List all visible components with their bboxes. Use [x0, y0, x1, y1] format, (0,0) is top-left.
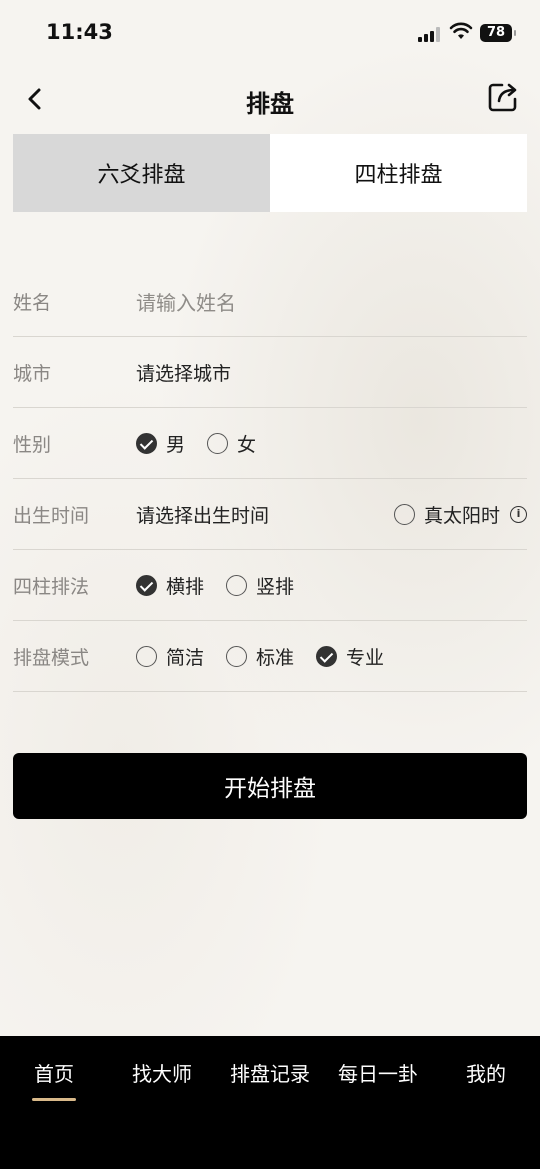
- start-chart-button[interactable]: 开始排盘: [13, 753, 527, 819]
- mode-label: 排盘模式: [13, 646, 90, 669]
- status-time: 11:43: [46, 20, 113, 44]
- mode-row: 排盘模式 简洁 标准 专业: [13, 621, 527, 692]
- page-title: 排盘: [246, 90, 294, 118]
- radio-icon: [226, 645, 248, 667]
- pillar-layout-label: 四柱排法: [13, 575, 90, 598]
- tab-sizhu[interactable]: 四柱排盘: [270, 134, 527, 212]
- option-label: 标准: [256, 646, 295, 669]
- share-icon[interactable]: [486, 80, 520, 114]
- pillar-layout-row: 四柱排法 横排 竖排: [13, 550, 527, 621]
- birth-label: 出生时间: [13, 504, 90, 527]
- radio-icon: [207, 432, 229, 454]
- gender-label: 性别: [13, 433, 52, 456]
- option-label: 简洁: [166, 646, 205, 669]
- gender-option-female[interactable]: 女: [207, 430, 256, 457]
- nav-bar: 排盘: [0, 66, 540, 134]
- radio-icon: [393, 503, 415, 525]
- gender-option-male[interactable]: 男: [136, 430, 185, 457]
- layout-option-horizontal[interactable]: 横排: [136, 572, 204, 599]
- cellular-signal-icon: [418, 26, 442, 42]
- wifi-icon: [449, 22, 473, 39]
- true-solar-option[interactable]: 真太阳时 i: [393, 501, 527, 528]
- radio-icon: [226, 574, 248, 596]
- birth-row: 出生时间 请选择出生时间 真太阳时 i: [13, 479, 527, 550]
- option-label: 女: [237, 433, 257, 456]
- layout-option-vertical[interactable]: 竖排: [226, 572, 294, 599]
- status-bar: 11:43 78: [0, 0, 540, 66]
- city-select[interactable]: 请选择城市: [136, 359, 231, 386]
- bottom-nav-find-master[interactable]: 找大师: [132, 1058, 192, 1087]
- checked-radio-icon: [136, 574, 157, 596]
- bottom-nav-records[interactable]: 排盘记录: [230, 1058, 310, 1087]
- chart-form: 姓名 请输入姓名 城市 请选择城市 性别 男 女 出生时间 请选择出生时间 真太…: [13, 266, 527, 692]
- option-label: 男: [166, 433, 186, 456]
- city-row: 城市 请选择城市: [13, 337, 527, 408]
- name-label: 姓名: [13, 291, 52, 314]
- gender-row: 性别 男 女: [13, 408, 527, 479]
- tab-liuyao[interactable]: 六爻排盘: [13, 134, 270, 212]
- bottom-nav-mine[interactable]: 我的: [466, 1058, 506, 1087]
- battery-icon: 78: [480, 24, 516, 42]
- mode-option-professional[interactable]: 专业: [316, 643, 384, 670]
- bottom-nav-home[interactable]: 首页: [34, 1058, 74, 1087]
- checked-radio-icon: [136, 432, 157, 454]
- true-solar-label: 真太阳时: [423, 504, 500, 527]
- city-label: 城市: [13, 362, 52, 385]
- bottom-nav: 首页 找大师 排盘记录 每日一卦 我的: [0, 1036, 540, 1169]
- option-label: 专业: [346, 646, 385, 669]
- bottom-nav-daily[interactable]: 每日一卦: [338, 1058, 418, 1087]
- name-input[interactable]: 请输入姓名: [136, 287, 236, 316]
- radio-icon: [136, 645, 157, 667]
- checked-radio-icon: [316, 645, 338, 667]
- mode-option-standard[interactable]: 标准: [226, 643, 294, 670]
- option-label: 竖排: [256, 575, 295, 598]
- active-indicator: [32, 1098, 76, 1101]
- info-icon[interactable]: i: [510, 505, 527, 523]
- name-row: 姓名 请输入姓名: [13, 266, 527, 337]
- birth-time-select[interactable]: 请选择出生时间: [136, 501, 269, 528]
- option-label: 横排: [166, 575, 205, 598]
- mode-option-simple[interactable]: 简洁: [136, 643, 204, 670]
- tab-bar: 六爻排盘 四柱排盘: [13, 134, 527, 212]
